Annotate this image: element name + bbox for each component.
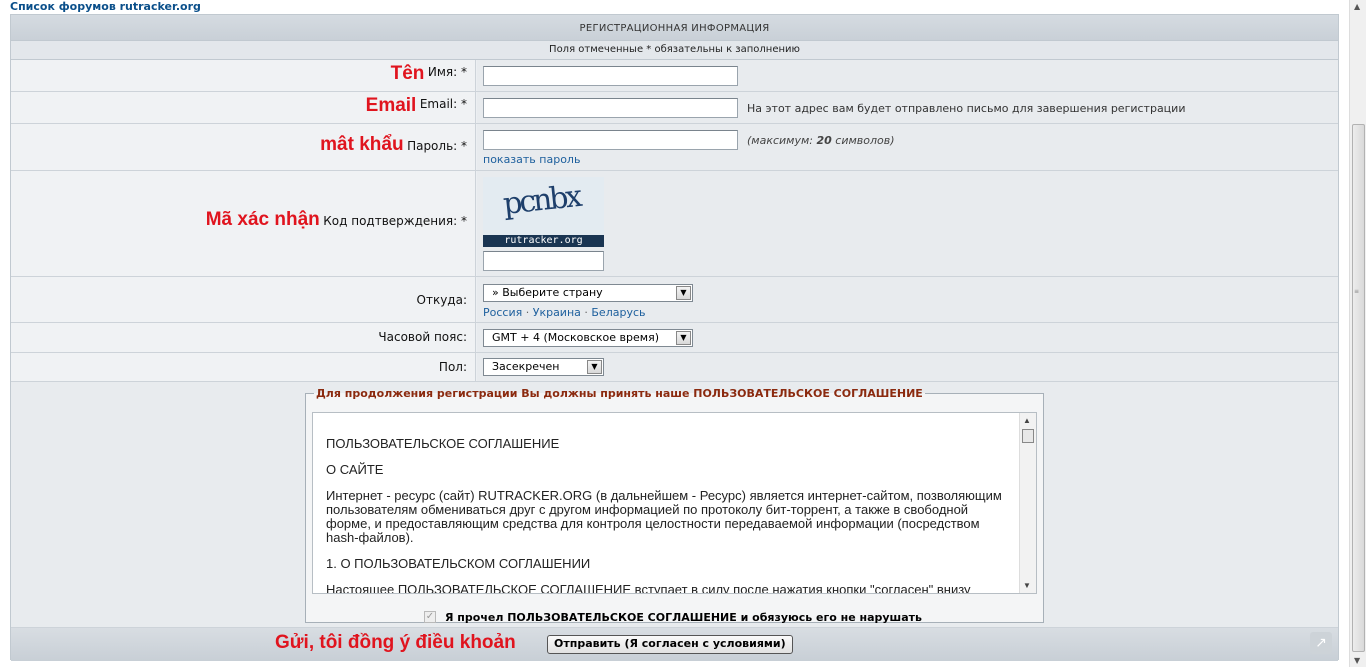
country-label-cell: Откуда: [11,277,476,322]
grip-icon: ≡ [1354,288,1360,295]
name-label-cell: Tên Имя: * [11,60,476,91]
email-input[interactable] [483,98,738,118]
row-email: Email Email: * На этот адрес вам будет о… [11,92,1338,124]
row-password: mât khẩu Пароль: * (максимум: 20 символо… [11,124,1338,171]
annotation-name: Tên [390,63,425,84]
agreement-text-box[interactable]: ПОЛЬЗОВАТЕЛЬСКОЕ СОГЛАШЕНИЕ О САЙТЕ Инте… [312,412,1037,594]
password-hint-suffix: символов) [831,134,895,147]
agreement-paragraph: Настоящее ПОЛЬЗОВАТЕЛЬСКОЕ СОГЛАШЕНИЕ вс… [326,582,971,594]
country-label: Откуда: [416,293,467,307]
password-input[interactable] [483,130,738,150]
country-separator: · [584,306,588,319]
chevron-down-icon[interactable]: ▼ [676,286,691,300]
annotation-email: Email [365,95,417,116]
annotation-submit: Gửi, tôi đồng ý điều khoản [275,632,516,653]
scroll-up-icon[interactable]: ▲ [1023,416,1031,425]
chevron-down-icon[interactable]: ▼ [587,360,602,374]
timezone-value-cell: GMT + 4 (Московское время) ▼ [477,323,1338,352]
password-label: Пароль: * [407,139,467,153]
agreement-scrollbar[interactable]: ▲ ▼ [1019,413,1036,593]
row-gender: Пол: Засекречен ▼ [11,353,1338,382]
gender-label-cell: Пол: [11,353,476,381]
name-value-cell [477,60,1338,91]
show-password-link[interactable]: показать пароль [483,153,580,166]
required-fields-note: Поля отмеченные * обязательны к заполнен… [11,41,1338,60]
agree-checkbox-label[interactable]: Я прочел ПОЛЬЗОВАТЕЛЬСКОЕ СОГЛАШЕНИЕ и о… [445,611,922,624]
password-hint-prefix: (максимум: [747,134,817,147]
registration-form: РЕГИСТРАЦИОННАЯ ИНФОРМАЦИЯ Поля отмеченн… [10,14,1339,661]
country-link-belarus[interactable]: Беларусь [591,306,645,319]
agreement-paragraph: 1. О ПОЛЬЗОВАТЕЛЬСКОМ СОГЛАШЕНИИ [326,556,591,571]
name-label: Имя: * [427,65,467,79]
agreement-fieldset: Для продолжения регистрации Вы должны пр… [305,387,1044,624]
country-selected-value: » Выберите страну [492,286,603,299]
timezone-label: Часовой пояс: [378,330,467,344]
password-max-length: 20 [816,134,832,147]
scroll-up-icon[interactable]: ▲ [1354,2,1360,11]
country-quick-links: Россия · Украина · Беларусь [483,306,646,319]
row-country: Откуда: » Выберите страну ▼ Россия · Укр… [11,277,1338,323]
agreement-paragraph: О САЙТЕ [326,462,384,477]
scroll-down-icon[interactable]: ▼ [1354,656,1360,665]
timezone-selected-value: GMT + 4 (Московское время) [492,331,659,344]
name-input[interactable] [483,66,738,86]
email-label: Email: * [419,97,467,111]
page-scroll-thumb[interactable] [1352,124,1365,652]
chevron-down-icon[interactable]: ▼ [676,331,691,345]
country-select[interactable]: » Выберите страну ▼ [483,284,693,302]
country-separator: · [525,306,530,319]
gender-label: Пол: [438,360,467,374]
row-captcha: Mã xác nhận Код подтверждения: * pcnbx r… [11,171,1338,277]
gender-value-cell: Засекречен ▼ [477,353,1338,381]
captcha-image-text: pcnbx [501,179,582,222]
agreement-paragraph: ПОЛЬЗОВАТЕЛЬСКОЕ СОГЛАШЕНИЕ [326,436,560,451]
captcha-label: Код подтверждения: * [323,214,467,228]
annotation-captcha: Mã xác nhận [205,209,320,230]
captcha-value-cell: pcnbx rutracker.org [477,171,1338,276]
country-link-ukraine[interactable]: Украина [533,306,581,319]
captcha-label-cell: Mã xác nhận Код подтверждения: * [11,171,476,276]
row-name: Tên Имя: * [11,60,1338,92]
breadcrumb-forum-list[interactable]: Список форумов rutracker.org [10,0,201,14]
share-icon[interactable]: ↗ [1310,632,1332,654]
row-timezone: Часовой пояс: GMT + 4 (Московское время)… [11,323,1338,353]
agreement-legend: Для продолжения регистрации Вы должны пр… [316,387,923,400]
email-hint: На этот адрес вам будет отправлено письм… [747,102,1186,115]
email-label-cell: Email Email: * [11,92,476,123]
timezone-label-cell: Часовой пояс: [11,323,476,352]
timezone-select[interactable]: GMT + 4 (Московское время) ▼ [483,329,693,347]
agreement-scroll-thumb[interactable] [1022,429,1034,443]
country-link-russia[interactable]: Россия [483,306,522,319]
agreement-paragraph: Интернет - ресурс (сайт) RUTRACKER.ORG (… [326,488,1002,545]
password-hint: (максимум: 20 символов) [747,134,895,147]
country-value-cell: » Выберите страну ▼ Россия · Украина · Б… [477,277,1338,322]
password-label-cell: mât khẩu Пароль: * [11,124,476,170]
email-value-cell: На этот адрес вам будет отправлено письм… [477,92,1338,123]
scroll-down-icon[interactable]: ▼ [1023,581,1031,590]
captcha-image-brand: rutracker.org [483,235,604,247]
annotation-password: mât khẩu [320,134,404,155]
captcha-input[interactable] [483,251,604,271]
captcha-image: pcnbx rutracker.org [483,177,604,247]
submit-button[interactable]: Отправить (Я согласен с условиями) [547,635,793,654]
form-footer: Gửi, tôi đồng ý điều khoản Отправить (Я … [11,628,1338,661]
form-header: РЕГИСТРАЦИОННАЯ ИНФОРМАЦИЯ [11,15,1338,41]
gender-select[interactable]: Засекречен ▼ [483,358,604,376]
page-scrollbar[interactable]: ▲ ≡ ▼ [1349,0,1366,667]
agreement-section: Для продолжения регистрации Вы должны пр… [11,382,1338,628]
gender-selected-value: Засекречен [492,360,560,373]
password-value-cell: (максимум: 20 символов) показать пароль [477,124,1338,170]
agree-checkbox[interactable]: ✓ [424,611,436,623]
